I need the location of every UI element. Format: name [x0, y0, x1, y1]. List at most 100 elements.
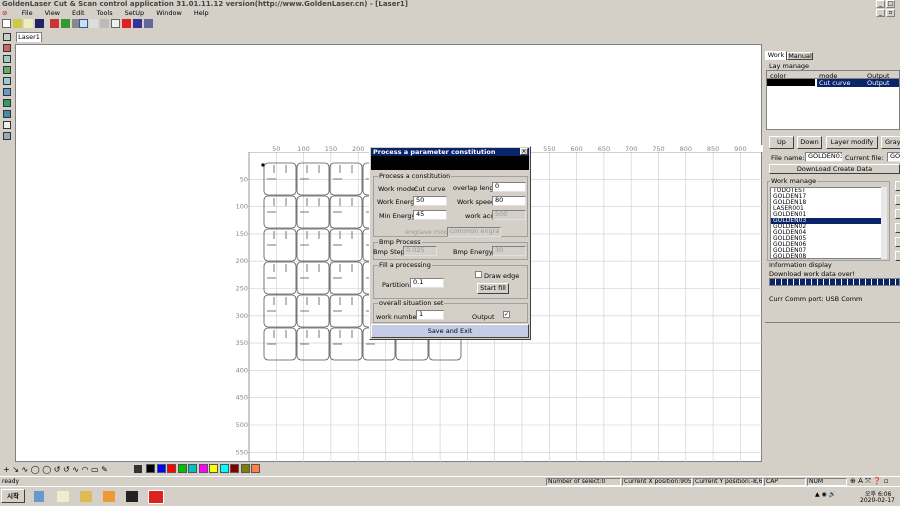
open-folder-icon[interactable]	[24, 19, 33, 28]
color-swatch[interactable]	[209, 464, 218, 473]
tray-icons[interactable]: ▲ ◉ 🔊	[815, 491, 836, 498]
menu-window[interactable]: Window	[156, 9, 182, 18]
progress-bar	[769, 278, 900, 286]
color-swatch[interactable]	[156, 464, 166, 473]
app-menu-icon[interactable]: ⊘	[2, 9, 7, 18]
terminal-task-icon[interactable]	[126, 491, 138, 502]
draw-toolbar: + ↘ ∿ ◯ ◯ ↺ ↺ ∿ ◠ ▭ ✎	[0, 462, 900, 476]
work-number-input[interactable]: 1	[416, 310, 444, 320]
start-fill-button[interactable]: Start fill	[477, 283, 509, 294]
quicklaunch-icon-2[interactable]	[57, 491, 69, 502]
menu-tools[interactable]: Tools	[97, 9, 113, 18]
ruler-x-label: 700	[625, 145, 637, 153]
select-arrow-icon[interactable]	[79, 19, 88, 28]
grid-tool-icon[interactable]	[3, 77, 11, 85]
quicklaunch-icon-1[interactable]	[34, 491, 44, 502]
side-button-4[interactable]	[895, 223, 900, 233]
menu-bar: ⊘ File View Edit Tools SetUp Window Help	[0, 9, 900, 18]
quicklaunch-icon-3[interactable]	[80, 491, 92, 502]
status-cap: CAP	[764, 478, 806, 486]
tab-manual[interactable]: Manual	[787, 52, 813, 60]
array-tool-icon[interactable]	[3, 132, 11, 140]
work-speed-input[interactable]: 80	[492, 196, 526, 206]
color-swatch[interactable]	[177, 464, 187, 473]
minimize-button[interactable]: _	[876, 0, 885, 8]
up-button[interactable]: Up	[769, 136, 794, 149]
work-energy-input[interactable]: 50	[413, 196, 447, 206]
laser-point-icon[interactable]	[122, 19, 131, 28]
zoom-icon[interactable]	[100, 19, 109, 28]
layer-table[interactable]: color mode Output Cut curve Output	[766, 70, 900, 130]
start-button[interactable]: 시작	[1, 489, 25, 503]
new-file-icon[interactable]	[2, 19, 11, 28]
layout-icon[interactable]	[111, 19, 120, 28]
color-swatch[interactable]	[230, 464, 239, 473]
file-name-input[interactable]: GOLDEN03	[805, 152, 843, 162]
draw-edge-checkbox[interactable]	[475, 271, 482, 278]
status-ready: ready	[2, 478, 20, 485]
gray-button[interactable]: Gray	[881, 136, 900, 149]
node-tool-icon[interactable]	[3, 88, 11, 96]
min-energy-input[interactable]: 45	[413, 210, 447, 220]
color-swatch[interactable]	[167, 464, 176, 473]
maximize-button[interactable]: □	[886, 0, 895, 8]
color-swatch[interactable]	[219, 464, 229, 473]
array-icon[interactable]	[133, 19, 142, 28]
open-file-icon[interactable]	[13, 19, 22, 28]
save-icon[interactable]	[35, 19, 44, 28]
overlap-input[interactable]: 0	[492, 182, 526, 192]
rotate-tool-icon[interactable]	[3, 99, 11, 107]
color-swatch[interactable]	[198, 464, 208, 473]
output-checkbox[interactable]: ✓	[503, 311, 510, 318]
quicklaunch-icon-4[interactable]	[103, 491, 115, 502]
work-acc-input: 500	[492, 210, 526, 220]
hand-pan-icon[interactable]	[89, 19, 98, 28]
save-exit-button[interactable]: Save and Exit	[371, 324, 529, 338]
mirror-tool-icon[interactable]	[3, 110, 11, 118]
goldenlaser-task-icon[interactable]	[148, 490, 164, 504]
layer-modify-button[interactable]: Layer modify	[826, 136, 878, 149]
bmp-step-label: Bmp Step:	[373, 248, 407, 256]
tool-icon[interactable]	[3, 55, 11, 63]
work-list-scrollbar[interactable]	[881, 187, 887, 259]
side-button-1[interactable]	[895, 181, 900, 191]
menu-file[interactable]: File	[22, 9, 33, 18]
menu-setup[interactable]: SetUp	[125, 9, 145, 18]
ime-indicator-icon[interactable]: ⊕ A ⤧ ❓ ▫	[850, 477, 889, 486]
export-icon[interactable]	[61, 19, 70, 28]
shape-tool-icon[interactable]	[3, 66, 11, 74]
import-icon[interactable]	[50, 19, 59, 28]
layer-tool-icon[interactable]	[3, 44, 11, 52]
side-button-3[interactable]	[895, 209, 900, 219]
side-button-6[interactable]	[895, 251, 900, 261]
close-button[interactable]: ×	[520, 148, 528, 155]
work-list[interactable]: TODOTEST GOLDEN17 GOLDEN18 LASER001 GOLDEN01…	[770, 187, 886, 259]
child-restore-button[interactable]: ▫	[886, 9, 895, 17]
terminal-icon[interactable]	[134, 465, 142, 473]
child-minimize-button[interactable]: _	[876, 9, 885, 17]
partition-input[interactable]: 0.1	[410, 278, 444, 288]
layer-row[interactable]: Cut curve Output	[767, 79, 899, 87]
triangle-tool-icon[interactable]	[3, 33, 11, 41]
monitor-icon[interactable]	[144, 19, 153, 28]
download-create-button[interactable]: DownLoad Create Data	[769, 164, 900, 174]
work-list-item[interactable]: GOLDEN08	[771, 254, 885, 259]
menu-edit[interactable]: Edit	[72, 9, 85, 18]
line-tool-icon[interactable]: + ↘ ∿ ◯ ◯ ↺ ↺ ∿ ◠ ▭ ✎	[3, 465, 108, 474]
side-button-5[interactable]	[895, 237, 900, 247]
tab-laser1[interactable]: Laser1	[16, 32, 42, 42]
color-swatch[interactable]	[240, 464, 250, 473]
color-swatch[interactable]	[188, 464, 197, 473]
color-swatch[interactable]	[251, 464, 260, 473]
menu-help[interactable]: Help	[194, 9, 209, 18]
taskbar: 시작 ▲ ◉ 🔊 오후 6:06 2020-02-17	[0, 486, 900, 506]
draw-edge-label: Draw edge	[484, 272, 520, 280]
color-swatch[interactable]	[146, 464, 155, 473]
menu-view[interactable]: View	[45, 9, 60, 18]
overall-group-title: overall situation set	[378, 299, 445, 307]
down-button[interactable]: Down	[797, 136, 822, 149]
ruler-y-label: 450	[236, 394, 248, 402]
side-button-2[interactable]	[895, 195, 900, 205]
tab-work[interactable]: Work	[765, 51, 787, 60]
page-tool-icon[interactable]	[3, 121, 11, 129]
